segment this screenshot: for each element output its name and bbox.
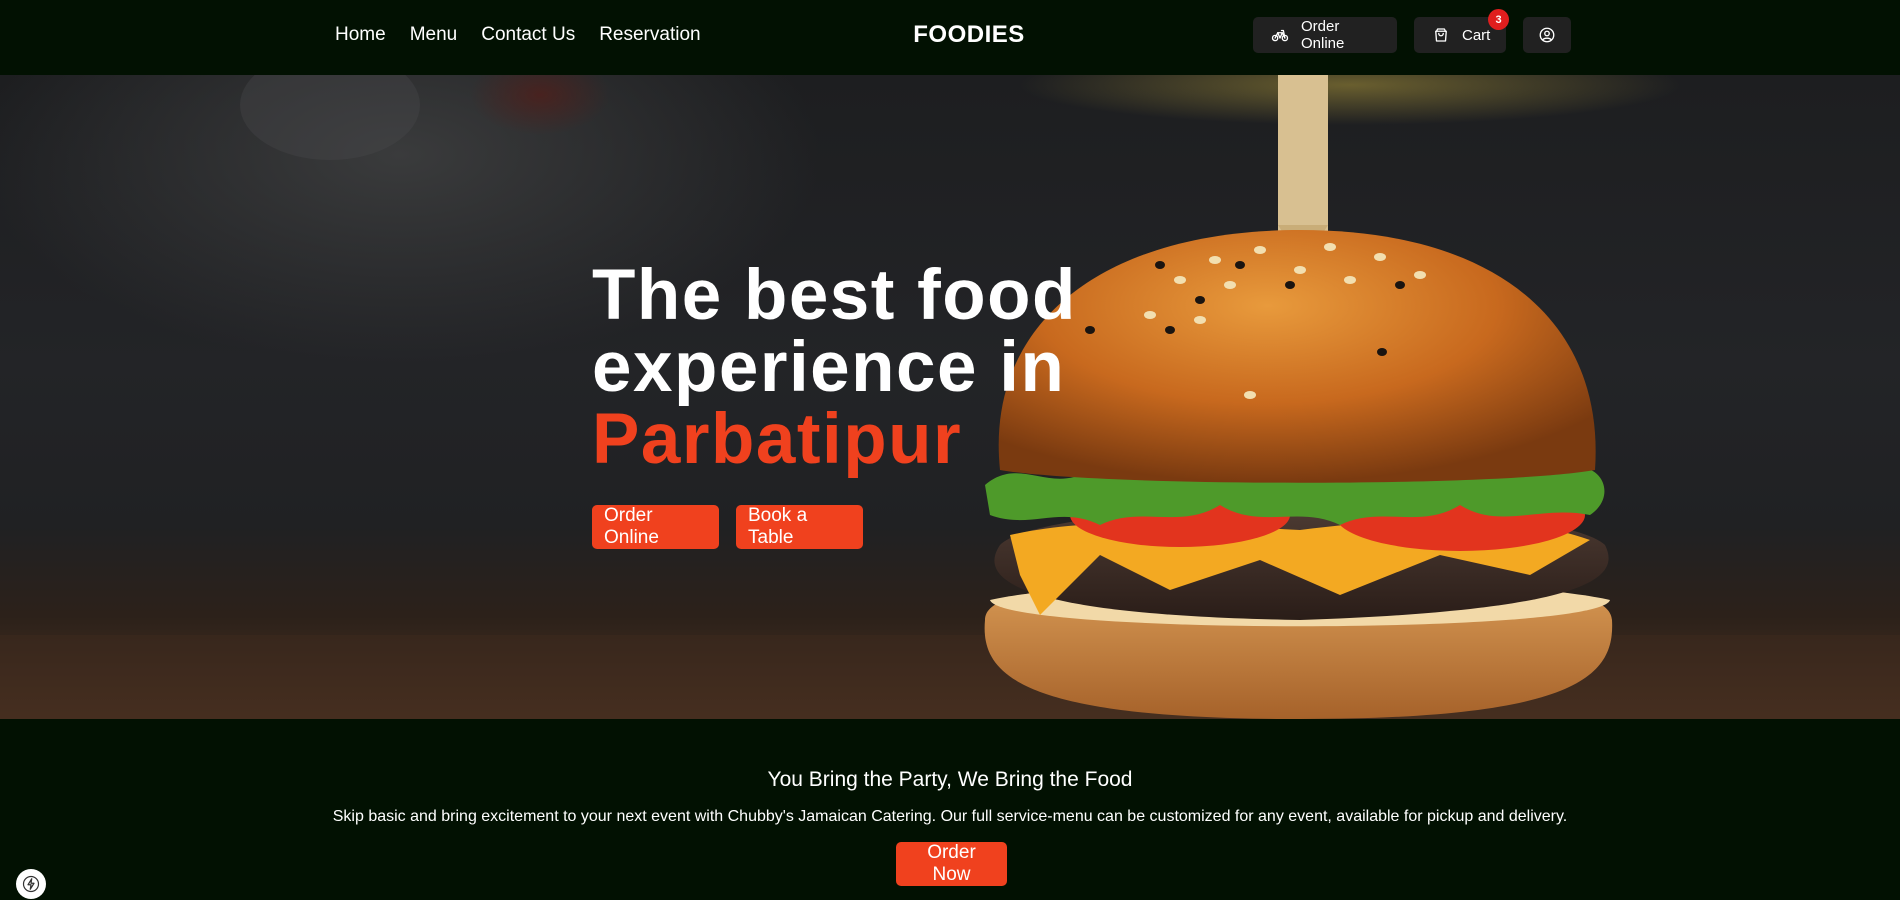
nav-link-home[interactable]: Home <box>335 24 386 46</box>
brand-logo[interactable]: FOODIES <box>913 21 1025 49</box>
order-online-button[interactable]: Order Online <box>1253 17 1397 53</box>
user-circle-icon <box>1538 26 1556 44</box>
nav-link-reservation[interactable]: Reservation <box>599 24 700 46</box>
order-now-button[interactable]: Order Now <box>896 842 1007 886</box>
promo-section: You Bring the Party, We Bring the Food S… <box>0 719 1900 900</box>
promo-title: You Bring the Party, We Bring the Food <box>767 768 1133 791</box>
book-table-button[interactable]: Book a Table <box>736 505 863 549</box>
nav-links: Home Menu Contact Us Reservation <box>335 0 701 70</box>
cart-button[interactable]: Cart 3 <box>1414 9 1509 53</box>
hero-section: The best food experience in Parbatipur O… <box>0 75 1900 719</box>
nav-actions: Order Online Cart 3 <box>1253 9 1571 53</box>
order-online-label: Order Online <box>1301 18 1345 52</box>
hero-title-line-1: The best food <box>592 256 1077 335</box>
hero-title-city: Parbatipur <box>592 400 963 479</box>
shopping-bag-icon <box>1432 26 1450 44</box>
promo-text: Skip basic and bring excitement to your … <box>332 808 1568 825</box>
bicycle-icon <box>1271 26 1289 44</box>
hero-title-line-2: experience in <box>592 328 1066 407</box>
hero-buttons: Order Online Book a Table <box>592 505 1292 549</box>
profile-button[interactable] <box>1523 17 1571 53</box>
navbar: Home Menu Contact Us Reservation FOODIES… <box>0 0 1900 75</box>
nav-link-contact[interactable]: Contact Us <box>481 24 575 46</box>
cart-label: Cart <box>1462 26 1491 44</box>
nav-link-menu[interactable]: Menu <box>410 24 458 46</box>
lightning-icon[interactable] <box>16 869 46 899</box>
cart-count-badge: 3 <box>1488 9 1509 30</box>
hero-title: The best food experience in Parbatipur <box>592 260 1292 476</box>
hero-content: The best food experience in Parbatipur O… <box>592 260 1292 549</box>
hero-order-online-button[interactable]: Order Online <box>592 505 719 549</box>
